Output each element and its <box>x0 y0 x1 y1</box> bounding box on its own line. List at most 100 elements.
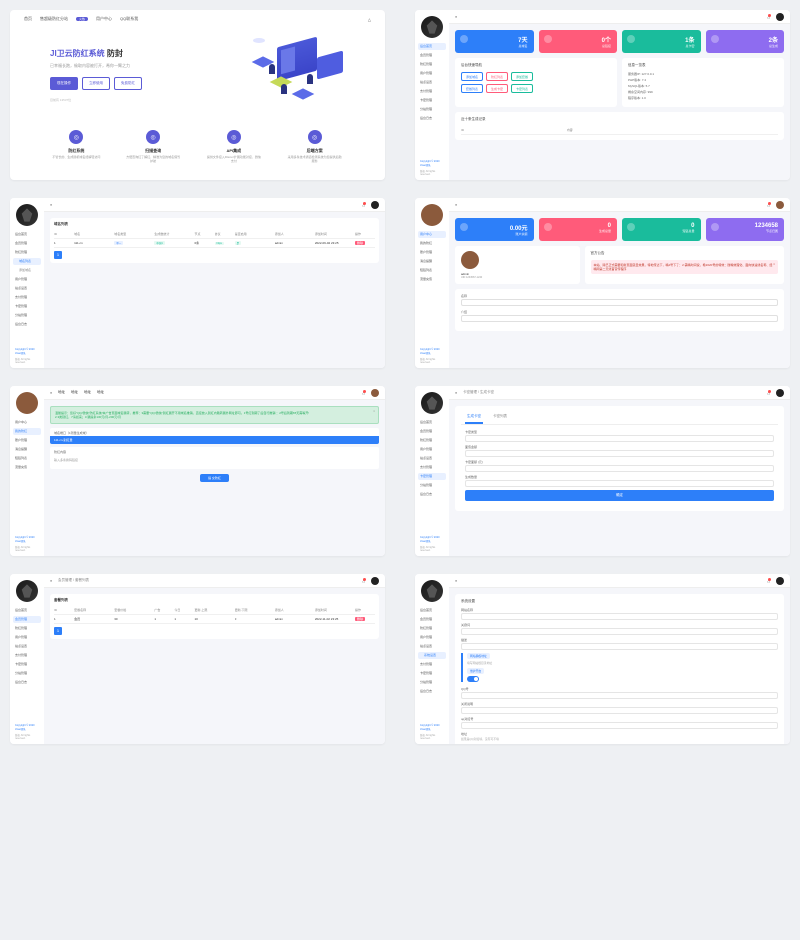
bell-icon[interactable]: △ <box>767 391 770 395</box>
bell-icon[interactable]: △ <box>362 391 365 395</box>
quick-btn[interactable]: 添加域名 <box>461 72 483 81</box>
sidebar-item[interactable]: 添加域名 <box>13 267 41 274</box>
user-avatar[interactable] <box>776 577 784 585</box>
bell-icon[interactable]: △ <box>362 203 365 207</box>
select-input[interactable]: 111.cn-别红量 <box>50 436 379 444</box>
quick-btn[interactable]: 套餐列表 <box>461 84 483 93</box>
page-number[interactable]: 1 <box>54 627 62 635</box>
avatar[interactable] <box>421 204 443 226</box>
nav-item[interactable]: 首页 <box>24 16 32 22</box>
toggle-switch[interactable] <box>467 676 479 682</box>
sidebar-item[interactable]: 支付管理 <box>13 652 41 659</box>
sidebar-item[interactable]: 流量充值 <box>418 276 446 283</box>
textarea[interactable]: 输入多条换码链接 <box>50 455 379 469</box>
sidebar-item[interactable]: 后台首页 <box>418 607 446 614</box>
user-avatar[interactable] <box>776 389 784 397</box>
avatar[interactable] <box>421 16 443 38</box>
sidebar-item[interactable]: 防红管理 <box>13 625 41 632</box>
sidebar-item[interactable]: 防红管理 <box>418 625 446 632</box>
delete-btn[interactable]: 删除 <box>355 241 365 245</box>
sidebar-item[interactable]: 会员管理 <box>13 616 41 623</box>
quick-btn[interactable]: 生成卡密 <box>486 84 508 93</box>
quick-btn[interactable]: 卡密列表 <box>511 84 533 93</box>
sidebar-item[interactable]: 支付管理 <box>13 294 41 301</box>
delete-btn[interactable]: 删除 <box>355 617 365 621</box>
avatar[interactable] <box>421 580 443 602</box>
table-row[interactable]: 1111.cn单一中国10条https是admin2022-09-02 23:2… <box>54 239 375 248</box>
sidebar-item[interactable]: 分站管理 <box>13 670 41 677</box>
cta-secondary[interactable]: 立即使用 <box>82 77 110 90</box>
sidebar-item[interactable]: 卡密管理 <box>418 670 446 677</box>
sidebar-item[interactable]: 我的防红 <box>13 428 41 435</box>
sidebar-item[interactable]: 用户管理 <box>418 446 446 453</box>
quick-btn[interactable]: 防红列表 <box>486 72 508 81</box>
sidebar-item[interactable]: 后台日志 <box>13 321 41 328</box>
sidebar-item[interactable]: 用户管理 <box>13 276 41 283</box>
sidebar-item[interactable]: 消息提醒 <box>13 446 41 453</box>
text-input[interactable] <box>465 465 774 472</box>
sidebar-item[interactable]: 卡密管理 <box>418 473 446 480</box>
tab[interactable]: 地址 <box>84 390 91 395</box>
menu-toggle-icon[interactable]: ≡ <box>50 391 52 395</box>
sidebar-item[interactable]: 分站管理 <box>418 106 446 113</box>
text-input[interactable] <box>465 480 774 487</box>
text-input[interactable] <box>461 299 778 306</box>
sidebar-item[interactable]: 支付管理 <box>418 464 446 471</box>
user-avatar[interactable] <box>371 201 379 209</box>
sidebar-item[interactable]: 站点设置 <box>13 285 41 292</box>
submit-button[interactable]: 提 交防红 <box>200 474 229 482</box>
menu-toggle-icon[interactable]: ≡ <box>455 579 457 583</box>
menu-toggle-icon[interactable]: ≡ <box>455 391 457 395</box>
user-avatar[interactable] <box>776 13 784 21</box>
sidebar-item[interactable]: 卡密管理 <box>13 303 41 310</box>
user-avatar[interactable] <box>776 201 784 209</box>
bell-icon[interactable]: △ <box>767 579 770 583</box>
avatar[interactable] <box>421 392 443 414</box>
sidebar-item[interactable]: 用户管理 <box>418 634 446 641</box>
avatar[interactable] <box>16 580 38 602</box>
sidebar-item[interactable]: 账户管理 <box>418 249 446 256</box>
sidebar-item[interactable]: 站点设置 <box>13 643 41 650</box>
bell-icon[interactable]: △ <box>767 203 770 207</box>
cta-primary[interactable]: 现在操作 <box>50 77 78 90</box>
sidebar-item[interactable]: 用户中心 <box>13 419 41 426</box>
text-input[interactable] <box>461 722 778 729</box>
sidebar-item[interactable]: 会员管理 <box>418 616 446 623</box>
tab[interactable]: 地址 <box>58 390 65 395</box>
tab[interactable]: 生成卡密 <box>465 411 483 424</box>
sidebar-item[interactable]: 后台首页 <box>418 419 446 426</box>
sidebar-item[interactable]: 站点设置 <box>418 79 446 86</box>
sidebar-item[interactable]: 后台日志 <box>13 679 41 686</box>
sidebar-item[interactable]: 卡密管理 <box>418 97 446 104</box>
nav-item[interactable]: 用户中心 <box>96 16 112 22</box>
menu-toggle-icon[interactable]: ≡ <box>50 203 52 207</box>
cta-tertiary[interactable]: 免费防红 <box>114 77 142 90</box>
text-input[interactable] <box>461 613 778 620</box>
sidebar-item[interactable]: 系统设置 <box>418 652 446 659</box>
nav-item[interactable]: QQ联系我 <box>120 16 138 22</box>
sidebar-item[interactable]: 流量充值 <box>13 464 41 471</box>
user-icon[interactable]: △ <box>368 17 371 22</box>
sidebar-item[interactable]: 后台日志 <box>418 688 446 695</box>
sidebar-item[interactable]: 分站管理 <box>418 482 446 489</box>
sidebar-item[interactable]: 会员管理 <box>13 240 41 247</box>
sidebar-item[interactable]: 防红管理 <box>418 61 446 68</box>
sidebar-item[interactable]: 卡密管理 <box>13 661 41 668</box>
tab[interactable]: 地址 <box>71 390 78 395</box>
text-input[interactable] <box>461 692 778 699</box>
sidebar-item[interactable]: 支付管理 <box>418 88 446 95</box>
sidebar-item[interactable]: 我的防红 <box>418 240 446 247</box>
quick-btn[interactable]: 添加套餐 <box>511 72 533 81</box>
sidebar-item[interactable]: 会员管理 <box>418 52 446 59</box>
text-input[interactable] <box>465 450 774 457</box>
select-input[interactable] <box>465 435 774 442</box>
sidebar-item[interactable]: 消息提醒 <box>418 258 446 265</box>
text-input[interactable] <box>461 628 778 635</box>
text-input[interactable] <box>461 707 778 714</box>
avatar[interactable] <box>16 204 38 226</box>
sidebar-item[interactable]: 后台日志 <box>418 115 446 122</box>
sidebar-item[interactable]: 分站管理 <box>13 312 41 319</box>
user-avatar[interactable] <box>371 389 379 397</box>
user-avatar[interactable] <box>371 577 379 585</box>
sidebar-item[interactable]: 后台首页 <box>418 43 446 50</box>
